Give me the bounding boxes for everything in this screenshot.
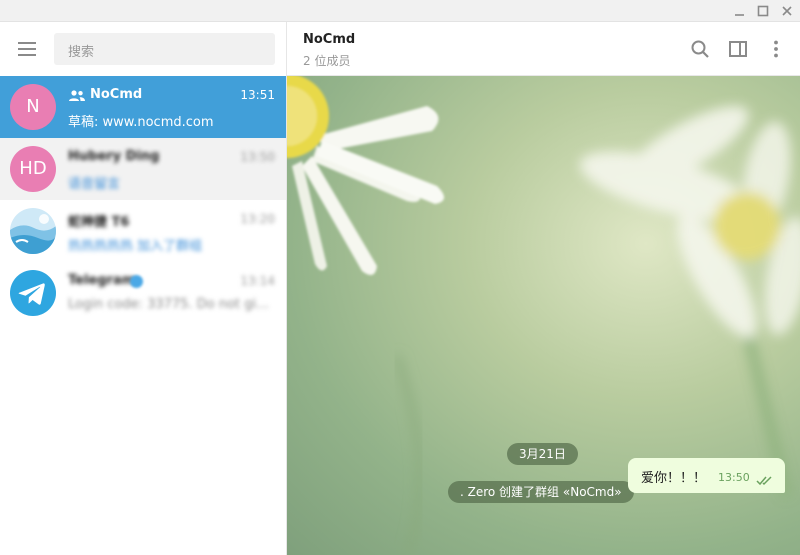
outgoing-message[interactable]: 爱你！！！ 13:50 xyxy=(628,458,785,493)
chat-name: 蛇神捷 T6 xyxy=(68,215,130,230)
chat-preview: Login code: 33775. Do not give this code… xyxy=(68,297,276,312)
chat-item-telegram[interactable]: Telegram 13:14 Login code: 33775. Do not… xyxy=(0,262,286,324)
chat-title[interactable]: NoCmd xyxy=(303,32,355,47)
double-check-icon xyxy=(756,471,776,490)
hamburger-menu-icon[interactable] xyxy=(14,37,40,61)
chat-item-hubery-ding[interactable]: HD Hubery Ding 13:50 语音留言 xyxy=(0,138,286,200)
chat-time: 13:50 xyxy=(240,150,275,164)
chat-panel: NoCmd 2 位成员 3月21日 . Zero 创建了群组 «NoCmd» 爱… xyxy=(287,22,800,555)
close-icon[interactable] xyxy=(779,3,795,19)
telegram-logo-icon xyxy=(10,270,56,316)
date-separator: 3月21日 xyxy=(507,443,578,465)
message-time: 13:50 xyxy=(718,471,750,484)
verified-badge-icon xyxy=(130,275,143,288)
chat-item-nocmd[interactable]: N NoCmd 13:51 草稿: www.nocmd.com xyxy=(0,76,286,138)
minimize-icon[interactable] xyxy=(732,3,748,19)
sidebar-toggle-icon[interactable] xyxy=(727,38,749,60)
more-options-icon[interactable] xyxy=(765,38,787,60)
search-input[interactable]: 搜索 xyxy=(54,33,275,65)
chat-name: NoCmd xyxy=(90,87,143,102)
chat-time: 13:51 xyxy=(240,88,275,102)
chat-preview: 语音留言 xyxy=(68,177,121,192)
search-placeholder: 搜索 xyxy=(68,45,95,60)
service-message: . Zero 创建了群组 «NoCmd» xyxy=(448,481,634,503)
chat-name: Telegram xyxy=(68,273,136,288)
chat-header: NoCmd 2 位成员 xyxy=(287,22,800,76)
message-text: 爱你！！！ xyxy=(641,471,707,486)
member-count: 2 位成员 xyxy=(303,54,351,68)
chat-item-group[interactable]: 蛇神捷 T6 13:20 热热热热热 加入了群组 xyxy=(0,200,286,262)
chat-name: Hubery Ding xyxy=(68,149,160,164)
telegram-window: 搜索 N NoCmd 13:51 草稿: www.nocmd.com HD Hu… xyxy=(0,0,800,555)
title-bar xyxy=(0,0,800,22)
chat-time: 13:14 xyxy=(240,274,275,288)
avatar: HD xyxy=(10,146,56,192)
chat-time: 13:20 xyxy=(240,212,275,226)
avatar-landscape-image xyxy=(10,208,56,254)
maximize-icon[interactable] xyxy=(755,3,771,19)
chat-preview: 草稿: www.nocmd.com xyxy=(68,115,214,130)
group-icon xyxy=(68,88,86,107)
chat-preview: 热热热热热 加入了群组 xyxy=(68,239,203,254)
avatar: N xyxy=(10,84,56,130)
sidebar: 搜索 N NoCmd 13:51 草稿: www.nocmd.com HD Hu… xyxy=(0,22,287,555)
search-icon[interactable] xyxy=(689,38,711,60)
